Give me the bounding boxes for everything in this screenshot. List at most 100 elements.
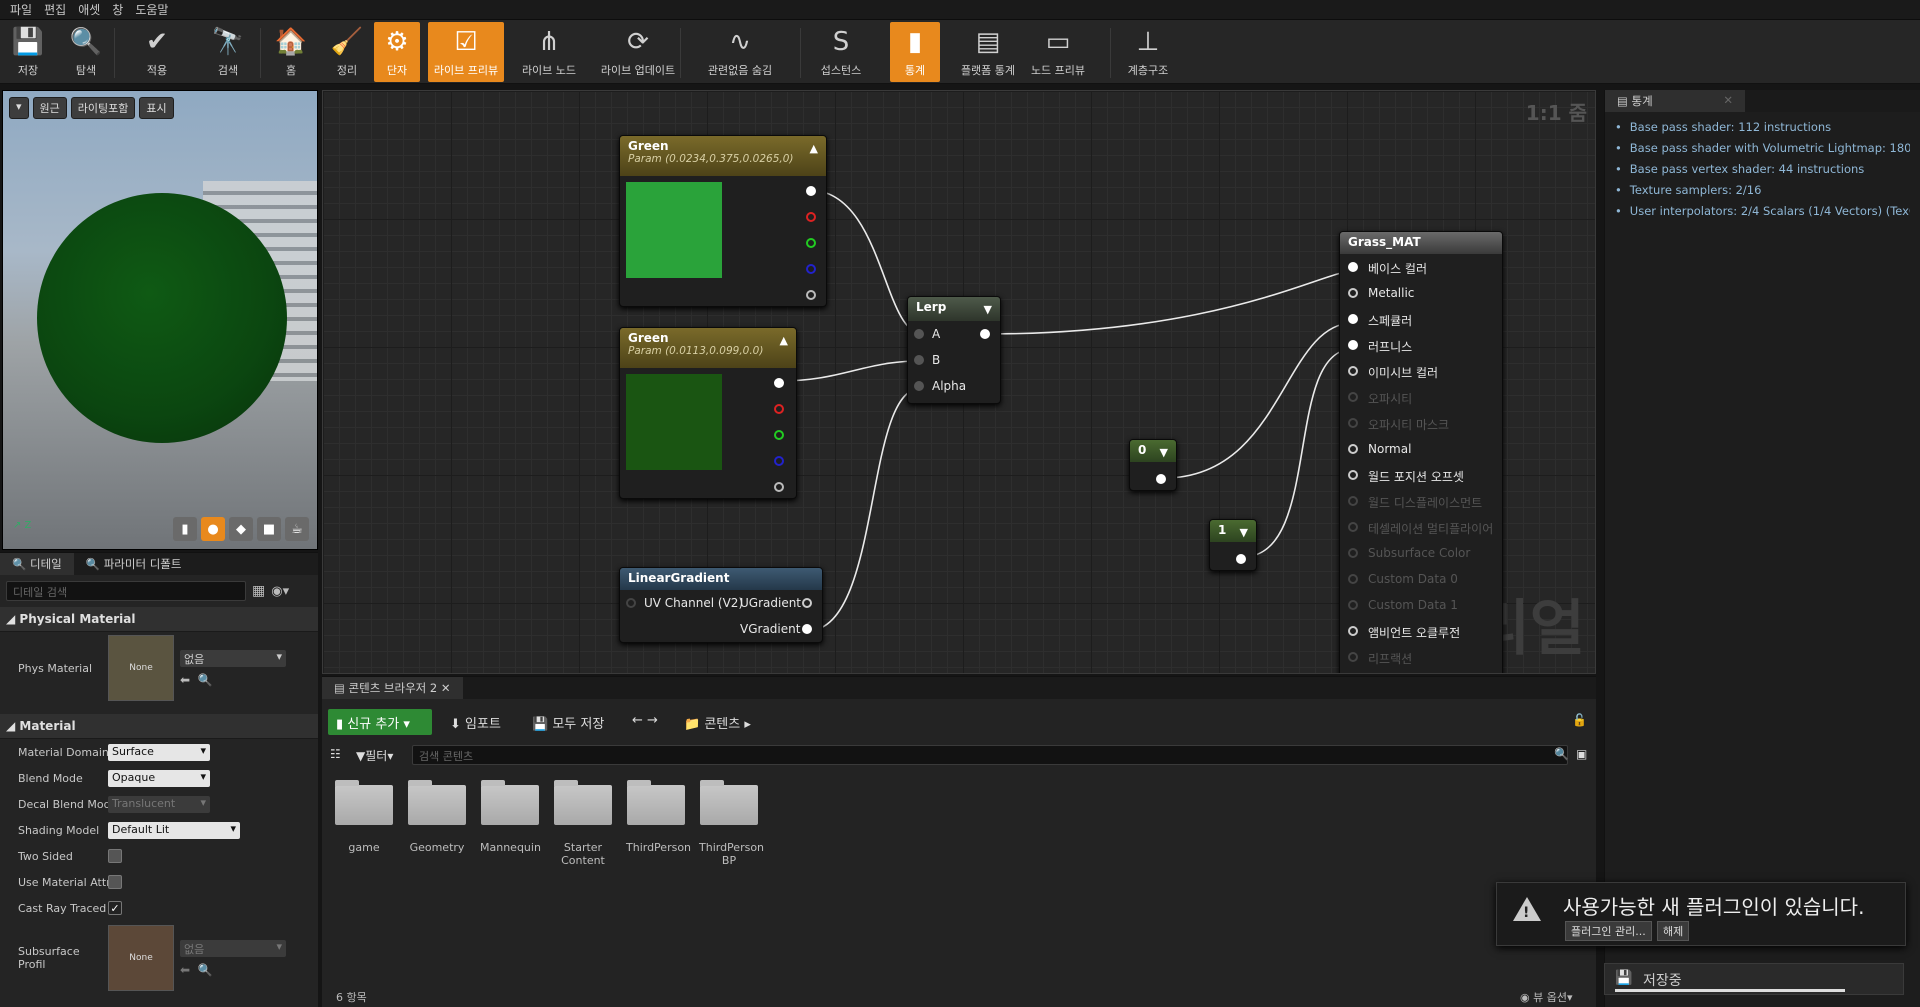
output-pin[interactable] xyxy=(980,329,990,339)
input-pin-0[interactable] xyxy=(1348,262,1358,272)
sources-toggle-icon[interactable]: ☷ xyxy=(330,747,341,761)
cast-ray-traced-checkbox[interactable]: ✓ xyxy=(108,901,122,915)
viewport-menu-button[interactable]: ▾ xyxy=(9,97,29,119)
material-domain-dropdown[interactable]: Surface xyxy=(108,743,210,761)
folder-item[interactable]: ThirdPerson xyxy=(626,780,691,854)
collapse-arrow-icon[interactable]: ▲ xyxy=(810,142,818,155)
output-pin-b[interactable] xyxy=(806,264,816,274)
import-button[interactable]: ⬇ 임포트 xyxy=(450,713,501,732)
input-pin-14[interactable] xyxy=(1348,626,1358,636)
toolbar-button-11[interactable]: S 섭스턴스 xyxy=(810,22,872,82)
phys-material-dropdown[interactable]: 없음 xyxy=(180,649,286,667)
plane-preview-icon[interactable]: ◆ xyxy=(229,517,253,541)
collapse-arrow-icon[interactable]: ▼ xyxy=(1240,526,1248,539)
toolbar-button-4[interactable]: 🏠 홈 xyxy=(270,22,312,82)
toolbar-button-9[interactable]: ⟳ 라이브 업데이트 xyxy=(592,22,684,82)
folder-item[interactable]: Mannequin xyxy=(480,780,541,854)
show-button[interactable]: 표시 xyxy=(139,97,174,119)
toolbar-button-2[interactable]: ✔ 적용 xyxy=(130,22,184,82)
content-search-input[interactable]: 검색 콘텐츠 xyxy=(412,745,1568,765)
input-pin-uv[interactable] xyxy=(626,598,636,608)
output-pin-a[interactable] xyxy=(806,290,816,300)
input-pin-5[interactable] xyxy=(1348,392,1358,402)
input-pin-1[interactable] xyxy=(1348,288,1358,298)
decal-blend-mode-dropdown[interactable]: Translucent xyxy=(108,795,210,813)
input-pin-8[interactable] xyxy=(1348,470,1358,480)
sphere-preview-icon[interactable]: ● xyxy=(201,517,225,541)
output-pin-r[interactable] xyxy=(806,212,816,222)
use-selected-icon[interactable]: ⬅ xyxy=(180,673,190,687)
use-material-attributes-checkbox[interactable] xyxy=(108,875,122,889)
output-pin-vgradient[interactable] xyxy=(802,624,812,634)
toolbar-button-13[interactable]: ▤ 플랫폼 통계 xyxy=(950,22,1026,82)
save-search-icon[interactable]: ▣ xyxy=(1576,747,1587,761)
output-pin-rgb[interactable] xyxy=(774,378,784,388)
toolbar-button-6[interactable]: ⚙ 단자 xyxy=(374,22,420,82)
shading-model-dropdown[interactable]: Default Lit xyxy=(108,821,240,839)
tab-content-browser[interactable]: ▤ 콘텐츠 브라우저 2 ✕ xyxy=(322,677,463,699)
folder-item[interactable]: game xyxy=(334,780,394,854)
toolbar-button-0[interactable]: 💾 저장 xyxy=(4,22,52,82)
node-green-param-1[interactable]: Green Param (0.0234,0.375,0.0265,0) ▲ xyxy=(619,135,827,307)
node-constant-1[interactable]: 1 ▼ xyxy=(1209,519,1257,571)
two-sided-checkbox[interactable] xyxy=(108,849,122,863)
subsurface-profile-thumbnail[interactable]: None xyxy=(108,925,174,991)
input-pin-11[interactable] xyxy=(1348,548,1358,558)
input-pin-a[interactable] xyxy=(914,329,924,339)
phys-material-thumbnail[interactable]: None xyxy=(108,635,174,701)
input-pin-10[interactable] xyxy=(1348,522,1358,532)
view-options-button[interactable]: ◉ 뷰 옵션▾ xyxy=(1520,989,1573,1005)
browse-icon[interactable]: 🔍 xyxy=(198,673,213,687)
node-lerp[interactable]: Lerp ▼ A B Alpha xyxy=(907,296,1001,404)
collapse-arrow-icon[interactable]: ▼ xyxy=(984,303,992,316)
toolbar-button-3[interactable]: 🔭 검색 xyxy=(198,22,258,82)
collapse-arrow-icon[interactable]: ▲ xyxy=(780,334,788,347)
toolbar-button-15[interactable]: ⊥ 계층구조 xyxy=(1122,22,1174,82)
mesh-preview-icon[interactable]: ☕ xyxy=(285,517,309,541)
toolbar-button-14[interactable]: ▭ 노드 프리뷰 xyxy=(1020,22,1096,82)
blend-mode-dropdown[interactable]: Opaque xyxy=(108,769,210,787)
folder-item[interactable]: ThirdPerson BP xyxy=(699,780,764,867)
manage-plugins-button[interactable]: 플러그인 관리... xyxy=(1565,921,1652,941)
toolbar-button-7[interactable]: ☑ 라이브 프리뷰 xyxy=(428,22,504,82)
input-pin-9[interactable] xyxy=(1348,496,1358,506)
input-pin-15[interactable] xyxy=(1348,652,1358,662)
node-constant-0[interactable]: 0 ▼ xyxy=(1129,439,1177,491)
input-pin-alpha[interactable] xyxy=(914,381,924,391)
input-pin-7[interactable] xyxy=(1348,444,1358,454)
details-search-input[interactable]: 디테일 검색 xyxy=(6,581,246,601)
input-pin-2[interactable] xyxy=(1348,314,1358,324)
menu-help[interactable]: 도움말 xyxy=(135,1,168,18)
add-new-button[interactable]: ▮ 신규 추가 ▾ xyxy=(328,709,432,735)
menu-window[interactable]: 창 xyxy=(112,1,123,18)
category-physical-material[interactable]: ◢ Physical Material xyxy=(0,607,318,632)
node-green-param-2[interactable]: Green Param (0.0113,0.099,0.0) ▲ xyxy=(619,327,797,499)
browse-icon[interactable]: 🔍 xyxy=(198,963,213,977)
output-pin[interactable] xyxy=(1236,554,1246,564)
material-graph[interactable]: 1:1 줌 머티리얼 Green Param (0.0234,0.375,0.0… xyxy=(322,90,1596,674)
toolbar-button-12[interactable]: ▮ 통계 xyxy=(890,22,940,82)
tab-details[interactable]: 🔍 디테일 xyxy=(0,553,74,575)
input-pin-3[interactable] xyxy=(1348,340,1358,350)
save-all-button[interactable]: 💾 모두 저장 xyxy=(532,713,604,732)
lock-icon[interactable]: 🔓 xyxy=(1572,713,1587,727)
output-pin-b[interactable] xyxy=(774,456,784,466)
subsurface-profile-dropdown[interactable]: 없음 xyxy=(180,939,286,957)
output-pin-a[interactable] xyxy=(774,482,784,492)
toolbar-button-10[interactable]: ∿ 관련없음 숨김 xyxy=(690,22,790,82)
input-pin-12[interactable] xyxy=(1348,574,1358,584)
cube-preview-icon[interactable]: ■ xyxy=(257,517,281,541)
tab-parameter-defaults[interactable]: 🔍 파라미터 디폴트 xyxy=(74,553,194,575)
input-pin-4[interactable] xyxy=(1348,366,1358,376)
output-pin-rgb[interactable] xyxy=(806,186,816,196)
perspective-button[interactable]: 원근 xyxy=(32,97,67,119)
menu-asset[interactable]: 애셋 xyxy=(78,1,100,18)
tab-stats[interactable]: ▤ 통계 ✕ xyxy=(1605,90,1745,112)
output-pin[interactable] xyxy=(1156,474,1166,484)
toolbar-button-8[interactable]: ⋔ 라이브 노드 xyxy=(516,22,582,82)
output-pin-g[interactable] xyxy=(806,238,816,248)
output-pin-ugradient[interactable] xyxy=(802,598,812,608)
grid-view-icon[interactable]: ▦ xyxy=(252,583,265,599)
filter-button[interactable]: ▼필터▾ xyxy=(356,747,393,764)
category-material[interactable]: ◢ Material xyxy=(0,714,318,739)
